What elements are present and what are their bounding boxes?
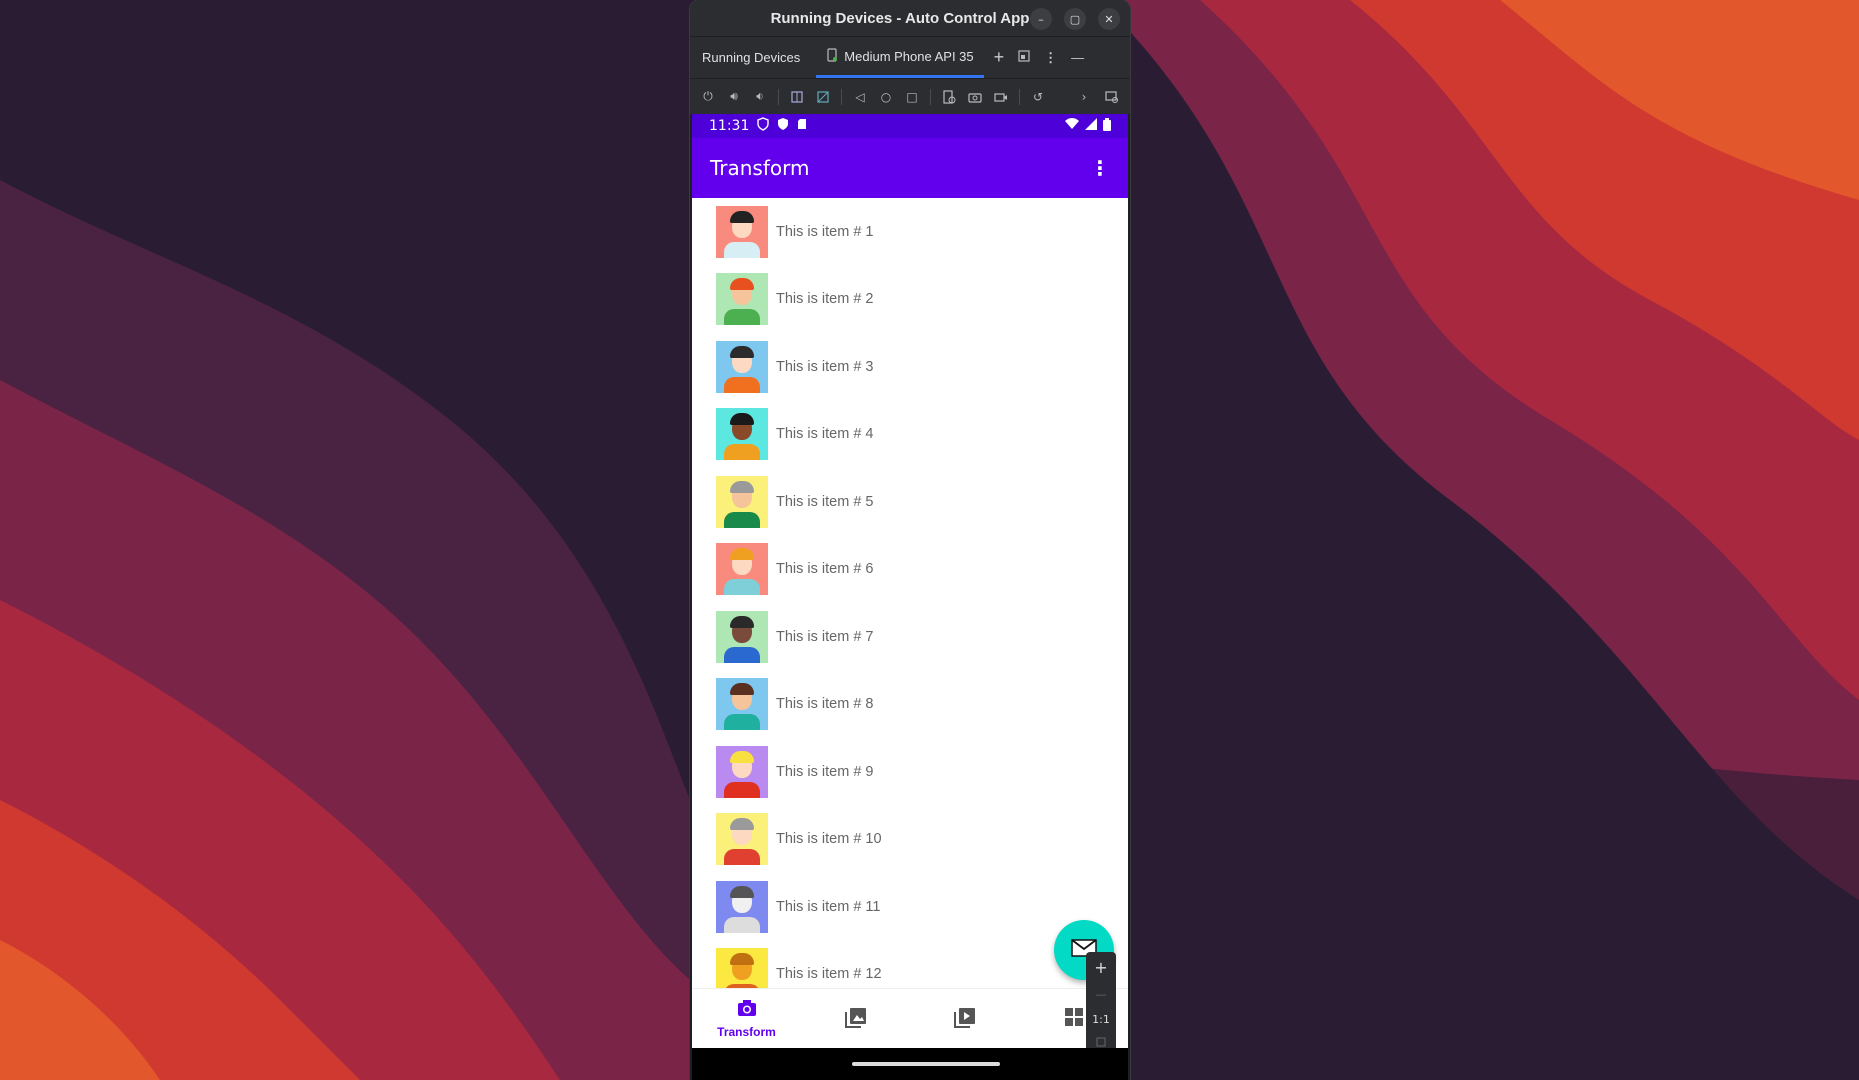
list-item-label: This is item # 1	[776, 223, 874, 240]
list-item-label: This is item # 9	[776, 763, 874, 780]
window-title: Running Devices - Auto Control App	[770, 9, 1030, 27]
list-item-label: This is item # 7	[776, 628, 874, 645]
gallery-icon	[844, 1006, 867, 1032]
nav-gallery[interactable]	[801, 989, 910, 1048]
mirror-icon[interactable]	[1104, 89, 1120, 105]
device-phone-icon	[826, 47, 838, 65]
avatar	[716, 678, 768, 731]
emulator-screen[interactable]: 11:31 Transform ⋮ This is item # 1 This i…	[692, 114, 1128, 1080]
nav-transform-label: Transform	[717, 1024, 776, 1039]
avatar	[716, 408, 768, 461]
gesture-handle[interactable]	[852, 1062, 1000, 1066]
zoom-actual-button[interactable]: 1:1	[1092, 1013, 1110, 1026]
close-button[interactable]: ✕	[1098, 8, 1120, 30]
camera-icon	[737, 999, 757, 1021]
toolbar-divider	[778, 88, 779, 105]
battery-icon	[1103, 117, 1111, 135]
device-tab-label: Medium Phone API 35	[844, 48, 974, 64]
window-titlebar[interactable]: Running Devices - Auto Control App – ▢ ✕	[690, 0, 1130, 36]
avatar	[716, 475, 768, 528]
hide-panel-icon[interactable]: —	[1071, 50, 1084, 65]
zoom-in-button[interactable]: +	[1094, 958, 1107, 977]
avatar	[716, 543, 768, 596]
signal-icon	[1085, 118, 1097, 134]
nav-transform[interactable]: Transform	[692, 989, 801, 1048]
rotate-left-icon[interactable]	[789, 89, 805, 105]
emulator-toolbar: ⏻ 🔊︎ 🔉︎ ◁ ○ □ ↺ ›	[690, 78, 1130, 114]
toolbar-divider	[1019, 88, 1020, 105]
avatar	[716, 745, 768, 798]
list-item[interactable]: This is item # 9	[692, 738, 1128, 806]
list-item[interactable]: This is item # 5	[692, 468, 1128, 536]
volume-up-icon[interactable]: 🔊︎	[726, 89, 742, 105]
list-item-label: This is item # 8	[776, 696, 874, 713]
list-item[interactable]: This is item # 4	[692, 401, 1128, 469]
volume-down-icon[interactable]: 🔉︎	[752, 89, 768, 105]
ide-window: Running Devices - Auto Control App – ▢ ✕…	[690, 0, 1130, 1080]
tab-medium-phone[interactable]: Medium Phone API 35	[816, 37, 984, 78]
android-statusbar: 11:31	[692, 114, 1128, 138]
zoom-out-button[interactable]: —	[1096, 988, 1107, 1001]
wifi-icon	[1065, 118, 1079, 134]
home-icon[interactable]: ○	[878, 89, 894, 105]
device-tabbar: Running Devices Medium Phone API 35 + ⋮ …	[690, 36, 1130, 78]
overflow-menu-icon[interactable]: ⋮	[1090, 156, 1110, 180]
avatar	[716, 205, 768, 258]
list-item-label: This is item # 12	[776, 966, 882, 983]
layout-icon[interactable]	[1018, 50, 1030, 65]
toolbar-divider	[930, 88, 931, 105]
running-devices-label: Running Devices	[702, 50, 801, 65]
avatar	[716, 273, 768, 326]
video-library-icon	[953, 1006, 976, 1032]
list-item[interactable]: This is item # 1	[692, 198, 1128, 266]
list-item[interactable]: This is item # 8	[692, 671, 1128, 739]
rotate-right-icon[interactable]	[815, 89, 831, 105]
zoom-controls: + — 1:1	[1086, 952, 1116, 1056]
avatar	[716, 340, 768, 393]
sd-card-icon	[797, 118, 807, 134]
screen-record-icon[interactable]	[993, 89, 1009, 105]
list-item[interactable]: This is item # 6	[692, 536, 1128, 604]
chevron-right-icon[interactable]: ›	[1076, 89, 1092, 105]
toolbar-divider	[841, 88, 842, 105]
avatar	[716, 610, 768, 663]
minimize-button[interactable]: –	[1030, 8, 1052, 30]
page-title: Transform	[710, 156, 810, 180]
list-item-label: This is item # 5	[776, 493, 874, 510]
device-snapshot-icon[interactable]	[941, 89, 957, 105]
list-item[interactable]: This is item # 3	[692, 333, 1128, 401]
avatar	[716, 813, 768, 866]
list-item-label: This is item # 10	[776, 831, 882, 848]
list-item[interactable]: This is item # 2	[692, 266, 1128, 334]
list-item-label: This is item # 11	[776, 898, 881, 915]
list-item[interactable]: This is item # 10	[692, 806, 1128, 874]
maximize-button[interactable]: ▢	[1064, 8, 1086, 30]
back-icon[interactable]: ◁	[852, 89, 868, 105]
item-list[interactable]: This is item # 1 This is item # 2 This is …	[692, 198, 1128, 988]
reset-icon[interactable]: ↺	[1030, 89, 1046, 105]
add-device-button[interactable]: +	[994, 47, 1005, 68]
avatar	[716, 948, 768, 988]
list-item-label: This is item # 6	[776, 561, 874, 578]
list-item[interactable]: This is item # 7	[692, 603, 1128, 671]
bottom-navigation: Transform	[692, 988, 1128, 1048]
gesture-nav-area	[692, 1048, 1128, 1080]
shield-icon	[757, 117, 770, 135]
avatar	[716, 880, 768, 933]
list-item-label: This is item # 4	[776, 426, 874, 443]
status-time: 11:31	[709, 118, 750, 134]
overview-icon[interactable]: □	[904, 89, 920, 105]
list-item-label: This is item # 2	[776, 291, 874, 308]
app-toolbar: Transform ⋮	[692, 138, 1128, 198]
screenshot-icon[interactable]	[967, 89, 983, 105]
list-item-label: This is item # 3	[776, 358, 874, 375]
power-icon[interactable]: ⏻	[700, 89, 716, 105]
security-shield-icon	[777, 117, 789, 135]
nav-slideshow[interactable]	[910, 989, 1019, 1048]
more-vertical-icon[interactable]: ⋮	[1044, 50, 1057, 66]
grid-icon	[1064, 1007, 1084, 1031]
